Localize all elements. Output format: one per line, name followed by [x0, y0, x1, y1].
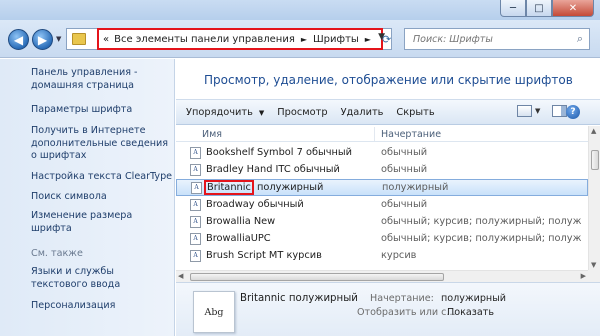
font-name: Brush Script MT курсив [206, 250, 322, 261]
window-controls: ─ □ ✕ [500, 0, 594, 17]
details-pane: Abg Britannic полужирный Начертание: пол… [176, 282, 600, 336]
arrow-left-icon: ◀ [13, 32, 24, 47]
scroll-right-icon[interactable]: ▶ [581, 272, 586, 280]
font-style: обычный; курсив; полужирный; полужирный … [381, 233, 581, 244]
tasks-pane: Панель управления - домашняя страница Па… [0, 59, 175, 336]
details-show-label: Отобразить или с... [357, 307, 456, 318]
list-item[interactable]: A Browallia New обычный; курсив; полужир… [176, 214, 588, 231]
find-character-link[interactable]: Поиск символа [31, 191, 173, 204]
details-font-name: Britannic полужирный [240, 293, 358, 304]
organize-button[interactable]: Упорядочить ▼ [186, 107, 264, 118]
font-name: Britannic полужирный [204, 180, 324, 195]
list-item[interactable]: A BrowalliaUPC обычный; курсив; полужирн… [176, 231, 588, 248]
list-item[interactable]: A Bradley Hand ITC обычный обычный [176, 162, 588, 179]
font-file-icon: A [190, 250, 201, 262]
font-preview-thumbnail: Abg [193, 291, 235, 333]
column-divider[interactable] [374, 127, 375, 141]
column-style-header[interactable]: Начертание [381, 129, 441, 140]
details-style-label: Начертание: [370, 293, 434, 304]
change-font-size-link[interactable]: Изменение размера шрифта [31, 210, 173, 235]
column-header: Имя Начертание [176, 126, 588, 142]
font-file-icon: A [190, 233, 201, 245]
back-button[interactable]: ◀ [8, 29, 29, 50]
view-icon[interactable] [517, 105, 532, 117]
column-name-header[interactable]: Имя [202, 129, 222, 140]
minimize-button[interactable]: ─ [500, 0, 526, 17]
font-file-icon: A [190, 147, 201, 159]
scroll-up-icon[interactable]: ▲ [591, 127, 596, 135]
font-style: обычный [381, 199, 428, 210]
search-input[interactable] [405, 33, 565, 45]
list-item[interactable]: A Broadway обычный обычный [176, 197, 588, 214]
control-panel-home-link[interactable]: Панель управления - домашняя страница [31, 67, 171, 92]
horizontal-scrollbar[interactable]: ◀ ▶ [176, 270, 588, 282]
font-name: Bookshelf Symbol 7 обычный [206, 147, 353, 158]
forward-button[interactable]: ▶ [32, 29, 53, 50]
view-controls: ▼ [517, 105, 568, 117]
cleartype-link[interactable]: Настройка текста ClearType [31, 171, 173, 184]
font-name: Bradley Hand ITC обычный [206, 164, 340, 175]
delete-button[interactable]: Удалить [341, 107, 384, 118]
see-also-heading: См. также [31, 248, 83, 259]
page-title: Просмотр, удаление, отображение или скры… [204, 73, 573, 87]
font-style: обычный [381, 147, 428, 158]
details-style-value: полужирный [441, 293, 507, 304]
font-file-icon: A [190, 216, 201, 228]
vertical-scrollbar[interactable]: ▲ ▼ [588, 126, 600, 270]
search-box[interactable]: ⌕ [404, 28, 590, 50]
highlighted-font-family: Britannic [204, 180, 254, 195]
details-show-value[interactable]: Показать [447, 307, 494, 318]
font-name: Browallia New [206, 216, 276, 227]
vertical-scroll-thumb[interactable] [591, 150, 599, 170]
font-style: обычный [381, 164, 428, 175]
hide-button[interactable]: Скрыть [396, 107, 434, 118]
font-file-icon: A [190, 199, 201, 211]
recent-pages-dropdown[interactable]: ▼ [56, 35, 61, 43]
view-dropdown-icon[interactable]: ▼ [535, 107, 540, 115]
scroll-left-icon[interactable]: ◀ [178, 272, 183, 280]
address-bar[interactable]: « Все элементы панели управления ► Шрифт… [66, 28, 392, 50]
scroll-down-icon[interactable]: ▼ [591, 261, 596, 269]
breadcrumb: « Все элементы панели управления ► Шрифт… [97, 28, 383, 50]
breadcrumb-fonts[interactable]: Шрифты [313, 34, 359, 45]
text-services-link[interactable]: Языки и службы текстового ввода [31, 266, 173, 291]
search-icon[interactable]: ⌕ [577, 32, 583, 46]
font-file-icon: A [190, 164, 201, 176]
title-bar: ─ □ ✕ [0, 0, 600, 20]
scrollbar-corner [588, 270, 600, 282]
font-file-icon: A [191, 182, 202, 194]
breadcrumb-chevron[interactable]: « [103, 34, 109, 45]
organize-label: Упорядочить [186, 106, 253, 118]
breadcrumb-separator-icon[interactable]: ► [301, 35, 307, 44]
help-icon[interactable]: ? [566, 105, 580, 119]
control-panel-icon [72, 33, 86, 45]
font-name: BrowalliaUPC [206, 233, 271, 244]
command-bar: Упорядочить ▼ Просмотр Удалить Скрыть ▼ ? [176, 99, 600, 125]
chevron-down-icon: ▼ [258, 108, 265, 117]
list-item[interactable]: A Brush Script MT курсив курсив [176, 248, 588, 265]
font-name: Broadway обычный [206, 199, 304, 210]
navigation-bar: ◀ ▶ ▼ « Все элементы панели управления ►… [0, 20, 600, 58]
maximize-button[interactable]: □ [526, 0, 552, 17]
font-style: курсив [381, 250, 417, 261]
get-font-info-online-link[interactable]: Получить в Интернете дополнительные свед… [31, 125, 173, 163]
font-settings-link[interactable]: Параметры шрифта [31, 104, 173, 117]
font-style: обычный; курсив; полужирный; полужирный … [381, 216, 581, 227]
font-style: полужирный [382, 182, 449, 193]
preview-button[interactable]: Просмотр [277, 107, 327, 118]
arrow-right-icon: ▶ [37, 32, 48, 47]
font-list: Имя Начертание A Bookshelf Symbol 7 обыч… [176, 126, 600, 282]
refresh-icon[interactable]: ⟳ [382, 33, 391, 46]
close-button[interactable]: ✕ [552, 0, 594, 17]
breadcrumb-all-control-panel-items[interactable]: Все элементы панели управления [114, 34, 295, 45]
list-item-selected[interactable]: A Britannic полужирный полужирный [176, 179, 588, 196]
horizontal-scroll-thumb[interactable] [190, 273, 444, 281]
list-item[interactable]: A Bookshelf Symbol 7 обычный обычный [176, 145, 588, 162]
breadcrumb-separator-icon[interactable]: ► [365, 35, 371, 44]
personalization-link[interactable]: Персонализация [31, 300, 173, 313]
font-weight-name: полужирный [253, 182, 324, 193]
